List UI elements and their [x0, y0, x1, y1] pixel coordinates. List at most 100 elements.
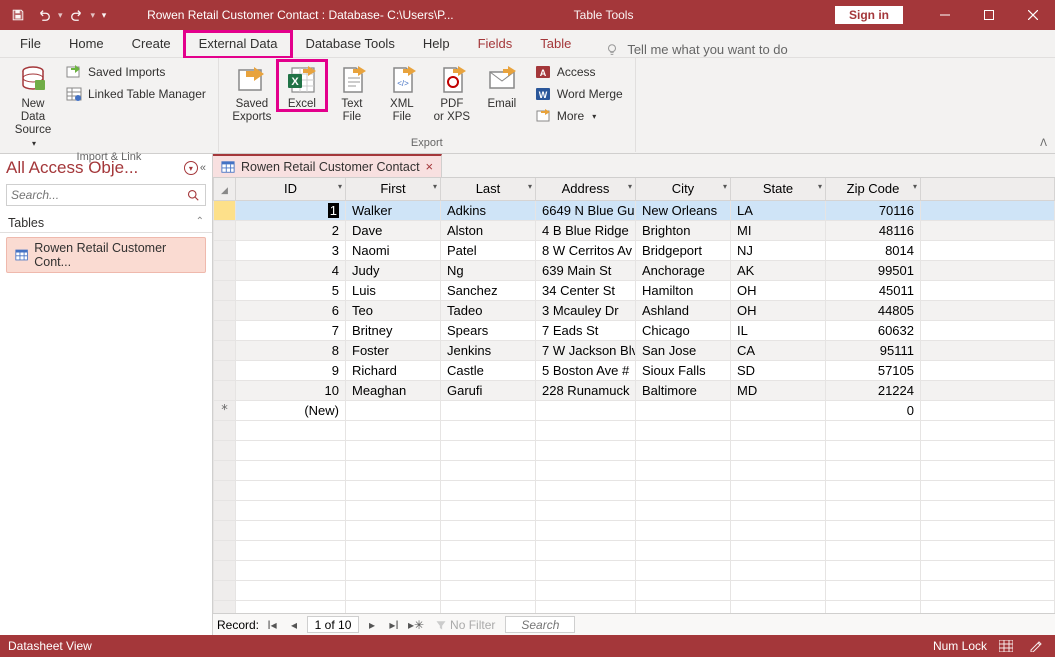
cell-zip[interactable]: 8014	[826, 240, 921, 260]
cell-zip[interactable]: 95111	[826, 340, 921, 360]
new-record-marker[interactable]: *	[214, 400, 236, 420]
cell-state[interactable]: MD	[731, 380, 826, 400]
cell-id[interactable]: 6	[236, 300, 346, 320]
cell-zip[interactable]: 45011	[826, 280, 921, 300]
cell-first[interactable]: Teo	[346, 300, 441, 320]
tab-help[interactable]: Help	[409, 32, 464, 57]
redo-icon[interactable]	[65, 3, 89, 27]
cell-id[interactable]: 8	[236, 340, 346, 360]
row-selector[interactable]	[214, 300, 236, 320]
cell-state[interactable]: SD	[731, 360, 826, 380]
column-header-zip[interactable]: Zip Code▾	[826, 178, 921, 200]
cell-id[interactable]: 2	[236, 220, 346, 240]
column-header-id[interactable]: ID▾	[236, 178, 346, 200]
cell-last[interactable]: Castle	[441, 360, 536, 380]
column-header-city[interactable]: City▾	[636, 178, 731, 200]
tab-database-tools[interactable]: Database Tools	[291, 32, 408, 57]
cell-last[interactable]: Sanchez	[441, 280, 536, 300]
column-header-first[interactable]: First▾	[346, 178, 441, 200]
column-header-blank[interactable]	[921, 178, 1055, 200]
row-selector[interactable]	[214, 360, 236, 380]
export-text-file-button[interactable]: Text File	[327, 60, 377, 124]
search-icon[interactable]	[181, 185, 205, 205]
table-row[interactable]: 7 Britney Spears 7 Eads St Chicago IL 60…	[214, 320, 1055, 340]
row-selector[interactable]	[214, 380, 236, 400]
row-selector[interactable]	[214, 260, 236, 280]
cell-id[interactable]: 7	[236, 320, 346, 340]
cell-city[interactable]: Chicago	[636, 320, 731, 340]
cell-city[interactable]: Anchorage	[636, 260, 731, 280]
cell-last[interactable]: Spears	[441, 320, 536, 340]
tab-fields[interactable]: Fields	[464, 32, 527, 57]
cell-zip[interactable]: 44805	[826, 300, 921, 320]
export-email-button[interactable]: Email	[477, 60, 527, 111]
save-icon[interactable]	[6, 3, 30, 27]
nav-item-table[interactable]: Rowen Retail Customer Cont...	[6, 237, 206, 273]
table-row[interactable]: 5 Luis Sanchez 34 Center St Hamilton OH …	[214, 280, 1055, 300]
row-selector[interactable]	[214, 280, 236, 300]
next-record-button[interactable]: ▸	[363, 616, 381, 634]
close-tab-icon[interactable]: ×	[426, 159, 434, 174]
cell-state[interactable]: CA	[731, 340, 826, 360]
cell-city[interactable]: Baltimore	[636, 380, 731, 400]
cell-first[interactable]: Richard	[346, 360, 441, 380]
table-row[interactable]: 6 Teo Tadeo 3 Mcauley Dr Ashland OH 4480…	[214, 300, 1055, 320]
tab-external-data[interactable]: External Data	[185, 32, 292, 57]
cell-id[interactable]: 10	[236, 380, 346, 400]
record-position-input[interactable]	[307, 616, 359, 633]
cell-address[interactable]: 8 W Cerritos Av	[536, 240, 636, 260]
new-data-source-button[interactable]: New Data Source▾	[8, 60, 58, 150]
previous-record-button[interactable]: ◂	[285, 616, 303, 634]
cell-state[interactable]: IL	[731, 320, 826, 340]
tab-file[interactable]: File	[6, 32, 55, 57]
sign-in-button[interactable]: Sign in	[835, 6, 903, 24]
cell-last[interactable]: Garufi	[441, 380, 536, 400]
cell-zip[interactable]: 70116	[826, 200, 921, 220]
cell-first[interactable]: Dave	[346, 220, 441, 240]
cell-zip[interactable]: 48116	[826, 220, 921, 240]
cell-first[interactable]: Walker	[346, 200, 441, 220]
minimize-button[interactable]	[923, 0, 967, 30]
export-access-button[interactable]: A Access	[531, 62, 627, 82]
cell-last[interactable]: Tadeo	[441, 300, 536, 320]
first-record-button[interactable]: I◂	[263, 616, 281, 634]
cell-state[interactable]: MI	[731, 220, 826, 240]
cell-address[interactable]: 3 Mcauley Dr	[536, 300, 636, 320]
table-row[interactable]: 3 Naomi Patel 8 W Cerritos Av Bridgeport…	[214, 240, 1055, 260]
cell-first[interactable]: Meaghan	[346, 380, 441, 400]
table-row[interactable]: 10 Meaghan Garufi 228 Runamuck Baltimore…	[214, 380, 1055, 400]
row-selector[interactable]	[214, 240, 236, 260]
tab-create[interactable]: Create	[118, 32, 185, 57]
datasheet-grid[interactable]: ◢ ID▾ First▾ Last▾ Address▾ City▾ State▾…	[213, 178, 1055, 613]
document-tab[interactable]: Rowen Retail Customer Contact ×	[213, 154, 442, 177]
cell-address[interactable]: 228 Runamuck	[536, 380, 636, 400]
cell-city[interactable]: Ashland	[636, 300, 731, 320]
cell-city[interactable]: Hamilton	[636, 280, 731, 300]
export-pdf-xps-button[interactable]: PDF or XPS	[427, 60, 477, 124]
tab-home[interactable]: Home	[55, 32, 118, 57]
cell-id[interactable]: 3	[236, 240, 346, 260]
column-header-address[interactable]: Address▾	[536, 178, 636, 200]
cell-city[interactable]: Sioux Falls	[636, 360, 731, 380]
cell-city[interactable]: Brighton	[636, 220, 731, 240]
cell-first[interactable]: Britney	[346, 320, 441, 340]
cell-last[interactable]: Ng	[441, 260, 536, 280]
row-selector[interactable]	[214, 340, 236, 360]
maximize-button[interactable]	[967, 0, 1011, 30]
cell-address[interactable]: 7 W Jackson Blv	[536, 340, 636, 360]
cell-address[interactable]: 639 Main St	[536, 260, 636, 280]
cell-address[interactable]: 6649 N Blue Gu	[536, 200, 636, 220]
table-row[interactable]: 8 Foster Jenkins 7 W Jackson Blv San Jos…	[214, 340, 1055, 360]
cell-address[interactable]: 7 Eads St	[536, 320, 636, 340]
cell-id[interactable]: 4	[236, 260, 346, 280]
cell-id[interactable]: 5	[236, 280, 346, 300]
cell-address[interactable]: 4 B Blue Ridge	[536, 220, 636, 240]
cell-city[interactable]: San Jose	[636, 340, 731, 360]
table-row[interactable]: 9 Richard Castle 5 Boston Ave # Sioux Fa…	[214, 360, 1055, 380]
cell-state[interactable]: OH	[731, 300, 826, 320]
cell-last[interactable]: Adkins	[441, 200, 536, 220]
column-header-last[interactable]: Last▾	[441, 178, 536, 200]
cell-last[interactable]: Jenkins	[441, 340, 536, 360]
cell-first[interactable]: Luis	[346, 280, 441, 300]
cell-city[interactable]: New Orleans	[636, 200, 731, 220]
